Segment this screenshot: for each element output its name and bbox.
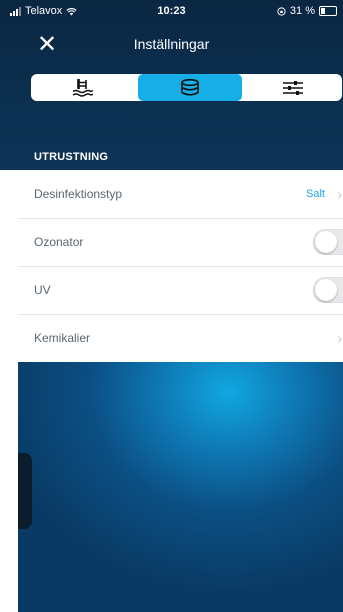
sliders-icon [283, 80, 303, 95]
tab-pool[interactable] [31, 74, 135, 101]
settings-segmented-control [31, 74, 342, 101]
chevron-right-icon: › [337, 186, 342, 202]
row-label: Kemikalier [34, 331, 91, 345]
uv-toggle[interactable] [313, 277, 343, 303]
tab-adjustments[interactable] [244, 74, 342, 101]
coins-stack-icon [181, 78, 199, 96]
chevron-right-icon: › [337, 330, 342, 346]
page-title: Inställningar [133, 36, 210, 52]
side-drawer-handle[interactable] [18, 453, 32, 529]
battery-percent: 31 % [289, 5, 315, 17]
toggle-knob [315, 231, 337, 253]
left-edge [0, 170, 18, 612]
settings-list: Desinfektionstyp Salt › Ozonator UV Kemi… [18, 170, 343, 362]
tab-equipment[interactable] [138, 74, 242, 101]
section-header-equipment: UTRUSTNING [34, 151, 109, 163]
status-right: 31 % [277, 5, 337, 17]
navigation-bar: ✕ Inställningar [0, 28, 343, 62]
toggle-knob [315, 279, 337, 301]
row-label: UV [34, 283, 51, 297]
row-label: Ozonator [34, 235, 84, 249]
background-gradient [18, 362, 343, 612]
row-uv: UV [18, 266, 343, 315]
app-screen: Telavox 10:23 31 % ✕ Inställningar UTRUS… [0, 0, 343, 612]
row-chemicals[interactable]: Kemikalier › [18, 314, 343, 362]
orientation-lock-icon [277, 6, 286, 16]
ozonator-toggle[interactable] [313, 229, 343, 255]
row-label: Desinfektionstyp [34, 187, 123, 201]
pool-ladder-icon [72, 78, 94, 97]
battery-icon [319, 6, 337, 16]
row-ozonator: Ozonator [18, 218, 343, 267]
row-value: Salt [306, 188, 325, 200]
status-bar: Telavox 10:23 31 % [0, 0, 343, 22]
row-disinfection-type[interactable]: Desinfektionstyp Salt › [18, 170, 343, 219]
